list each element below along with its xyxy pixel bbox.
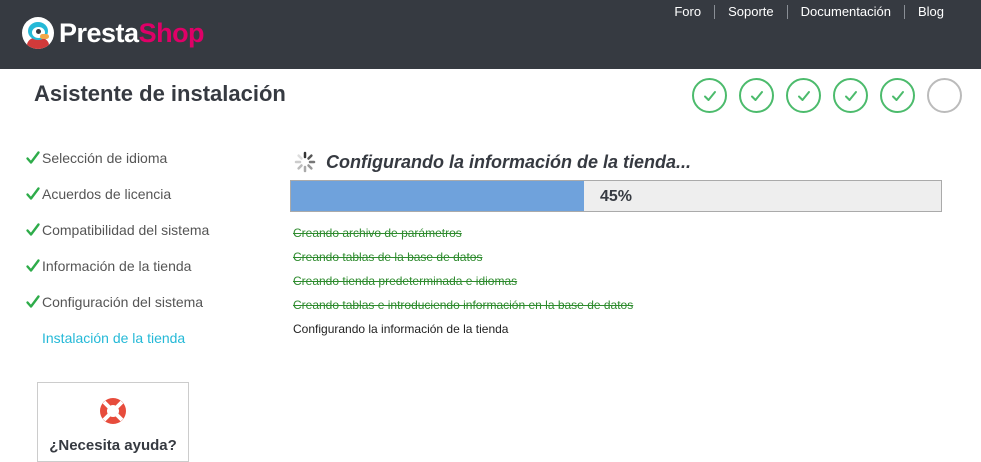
sidebar-item-label: Instalación de la tienda xyxy=(42,330,186,346)
install-progress-bar: 45% xyxy=(290,180,942,212)
checkmark-icon xyxy=(844,90,857,101)
step-6-indicator xyxy=(927,78,962,113)
nav-link-blog[interactable]: Blog xyxy=(905,5,957,19)
checkmark-icon xyxy=(750,90,763,101)
loading-spinner-icon xyxy=(294,151,316,173)
checkmark-icon xyxy=(25,186,41,202)
sidebar-item-label: Configuración del sistema xyxy=(42,294,204,310)
sidebar-item-label: Información de la tienda xyxy=(42,258,192,274)
puffin-logo-icon xyxy=(22,17,54,49)
checkmark-icon xyxy=(25,258,41,274)
nav-link-documentacion[interactable]: Documentación xyxy=(788,5,904,19)
checkmark-icon xyxy=(25,294,41,310)
top-navigation: Foro Soporte Documentación Blog xyxy=(661,5,957,19)
checkmark-icon xyxy=(703,90,716,101)
sidebar-item-label: Acuerdos de licencia xyxy=(42,186,172,202)
sidebar-item-6: Instalación de la tienda xyxy=(25,320,209,356)
sidebar-item-3: Compatibilidad del sistema xyxy=(25,212,209,248)
log-line: Creando tienda predeterminada e idiomas xyxy=(293,274,518,288)
log-line: Creando archivo de parámetros xyxy=(293,226,462,240)
step-4-indicator xyxy=(833,78,868,113)
help-label: ¿Necesita ayuda? xyxy=(49,437,177,454)
nav-link-soporte[interactable]: Soporte xyxy=(715,5,787,19)
step-2-indicator xyxy=(739,78,774,113)
nav-link-foro[interactable]: Foro xyxy=(661,5,714,19)
prestashop-logo[interactable]: PrestaShop xyxy=(22,16,205,50)
install-log: Creando archivo de parámetros Creando tab… xyxy=(293,225,633,345)
sidebar-item-2: Acuerdos de licencia xyxy=(25,176,209,212)
checkmark-icon xyxy=(891,90,904,101)
logo-wordmark: PrestaShop xyxy=(59,17,205,48)
step-indicator xyxy=(692,78,974,113)
sidebar-item-1: Selección de idioma xyxy=(25,140,209,176)
step-1-indicator xyxy=(692,78,727,113)
progress-percent: 45% xyxy=(600,188,633,205)
sidebar-item-label: Compatibilidad del sistema xyxy=(42,222,210,238)
step-5-indicator xyxy=(880,78,915,113)
sidebar-item-5: Configuración del sistema xyxy=(25,284,209,320)
step-3-indicator xyxy=(786,78,821,113)
progress-fill xyxy=(291,181,584,211)
lifebuoy-icon xyxy=(100,398,126,424)
top-header: PrestaShop Foro Soporte Documentación Bl… xyxy=(0,0,981,69)
installation-steps-sidebar: Selección de idioma Acuerdos de licencia C… xyxy=(25,140,209,356)
sidebar-item-4: Información de la tienda xyxy=(25,248,209,284)
checkmark-icon xyxy=(25,150,41,166)
log-line: Configurando la información de la tienda xyxy=(293,322,509,336)
help-box[interactable]: ¿Necesita ayuda? xyxy=(37,382,189,462)
install-heading-text: Configurando la información de la tienda… xyxy=(326,151,692,172)
sidebar-item-label: Selección de idioma xyxy=(42,150,168,166)
checkmark-icon xyxy=(797,90,810,101)
install-heading: Configurando la información de la tienda… xyxy=(294,151,691,173)
checkmark-icon xyxy=(25,222,41,238)
log-line: Creando tablas de la base de datos xyxy=(293,250,483,264)
page-title: Asistente de instalación xyxy=(34,81,286,106)
log-line: Creando tablas e introduciendo informaci… xyxy=(293,298,634,312)
